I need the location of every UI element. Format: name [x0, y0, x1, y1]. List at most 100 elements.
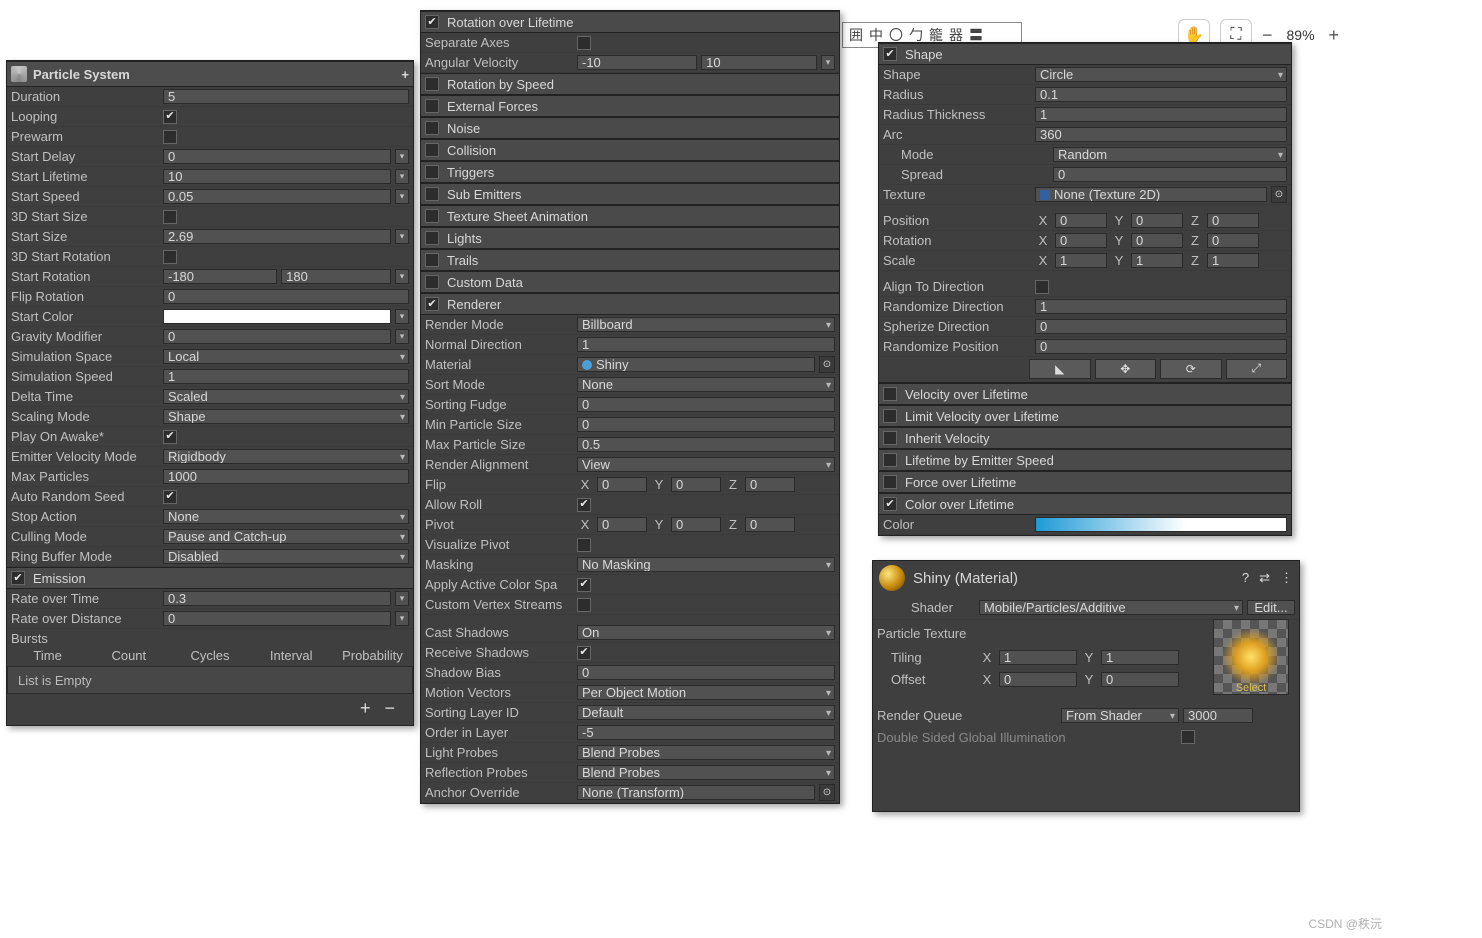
property-field[interactable]: 1 — [1035, 299, 1287, 314]
property-field[interactable]: -180 — [163, 269, 277, 284]
property-dropdown[interactable]: Rigidbody — [163, 449, 409, 464]
module-toggle[interactable] — [883, 453, 897, 467]
module-header[interactable]: Triggers — [421, 161, 839, 183]
rotation-over-lifetime-toggle[interactable]: ✔ — [425, 15, 439, 29]
property-field[interactable]: 1 — [163, 369, 409, 384]
object-field[interactable]: None (Transform) — [577, 785, 815, 800]
property-dropdown[interactable]: Scaled — [163, 389, 409, 404]
property-toggle[interactable] — [577, 538, 591, 552]
property-dropdown[interactable]: Random — [1053, 147, 1287, 162]
property-field[interactable]: 10 — [163, 169, 391, 184]
angular-velocity-min[interactable]: -10 — [577, 55, 697, 70]
property-mode-dropdown[interactable]: ▾ — [395, 169, 409, 184]
axis-field[interactable]: 0 — [1131, 213, 1183, 228]
property-toggle[interactable]: ✔ — [163, 490, 177, 504]
separate-axes-toggle[interactable] — [577, 36, 591, 50]
rate-over-time-mode[interactable]: ▾ — [395, 591, 409, 606]
module-toggle[interactable] — [425, 275, 439, 289]
axis-field[interactable]: 0 — [745, 517, 795, 532]
tiling-y-field[interactable]: 1 — [1101, 650, 1179, 665]
axis-field[interactable]: 0 — [745, 477, 795, 492]
module-toggle[interactable] — [425, 209, 439, 223]
property-mode-dropdown[interactable]: ▾ — [395, 309, 409, 324]
axis-field[interactable]: 0 — [1055, 233, 1107, 248]
property-field[interactable]: 1 — [577, 337, 835, 352]
shape-toggle[interactable]: ✔ — [883, 47, 897, 61]
property-field[interactable]: 0.05 — [163, 189, 391, 204]
module-toggle[interactable] — [425, 187, 439, 201]
module-header[interactable]: Inherit Velocity — [879, 427, 1291, 449]
property-mode-dropdown[interactable]: ▾ — [395, 149, 409, 164]
shader-dropdown[interactable]: Mobile/Particles/Additive — [979, 600, 1243, 615]
material-texture-swatch[interactable]: Select — [1213, 619, 1289, 695]
module-header[interactable]: Limit Velocity over Lifetime — [879, 405, 1291, 427]
property-field[interactable]: 0 — [577, 417, 835, 432]
shape-header[interactable]: ✔ Shape — [879, 43, 1291, 65]
bursts-add-button[interactable]: + — [360, 698, 371, 719]
property-dropdown[interactable]: Circle — [1035, 67, 1287, 82]
module-header[interactable]: Force over Lifetime — [879, 471, 1291, 493]
module-toggle[interactable] — [425, 165, 439, 179]
axis-field[interactable]: 0 — [1131, 233, 1183, 248]
property-field[interactable]: 1 — [1035, 107, 1287, 122]
property-mode-dropdown[interactable]: ▾ — [395, 229, 409, 244]
module-header[interactable]: Sub Emitters — [421, 183, 839, 205]
property-field[interactable]: 2.69 — [163, 229, 391, 244]
emission-module-header[interactable]: ✔ Emission — [7, 567, 413, 589]
property-field[interactable]: 5 — [163, 89, 409, 104]
property-field[interactable]: 0 — [163, 289, 409, 304]
module-toggle[interactable] — [425, 77, 439, 91]
property-toggle[interactable]: ✔ — [163, 430, 177, 444]
axis-field[interactable]: 0 — [671, 477, 721, 492]
property-mode-dropdown[interactable]: ▾ — [395, 269, 409, 284]
render-queue-value[interactable]: 3000 — [1183, 708, 1253, 723]
property-toggle[interactable] — [163, 210, 177, 224]
axis-field[interactable]: 0 — [1207, 233, 1259, 248]
property-field[interactable]: 0 — [1053, 167, 1287, 182]
axis-field[interactable]: 1 — [1131, 253, 1183, 268]
property-toggle[interactable] — [163, 250, 177, 264]
rotation-over-lifetime-header[interactable]: ✔ Rotation over Lifetime — [421, 11, 839, 33]
renderer-header[interactable]: ✔ Renderer — [421, 293, 839, 315]
property-dropdown[interactable]: Billboard — [577, 317, 835, 332]
property-field[interactable]: 0 — [1035, 319, 1287, 334]
property-field[interactable]: 0 — [577, 665, 835, 680]
select-texture-label[interactable]: Select — [1236, 682, 1267, 694]
property-dropdown[interactable]: Pause and Catch-up — [163, 529, 409, 544]
object-picker-button[interactable]: ⊙ — [819, 784, 835, 801]
renderer-toggle[interactable]: ✔ — [425, 297, 439, 311]
module-header[interactable]: Lights — [421, 227, 839, 249]
module-toggle[interactable] — [883, 409, 897, 423]
axis-field[interactable]: 0 — [1055, 213, 1107, 228]
module-toggle[interactable] — [883, 431, 897, 445]
property-toggle[interactable]: ✔ — [163, 110, 177, 124]
property-field[interactable]: 0 — [163, 149, 391, 164]
angular-velocity-mode[interactable]: ▾ — [821, 55, 835, 70]
object-field[interactable]: Shiny — [577, 357, 815, 372]
module-header[interactable]: Texture Sheet Animation — [421, 205, 839, 227]
gizmo-btn-1[interactable]: ✥ — [1095, 359, 1157, 379]
color-field[interactable] — [163, 309, 391, 324]
object-picker-button[interactable]: ⊙ — [1271, 186, 1287, 203]
property-field[interactable]: -5 — [577, 725, 835, 740]
property-dropdown[interactable]: No Masking — [577, 557, 835, 572]
property-dropdown[interactable]: Default — [577, 705, 835, 720]
angular-velocity-max[interactable]: 10 — [701, 55, 817, 70]
rate-over-time-field[interactable]: 0.3 — [163, 591, 391, 606]
property-field[interactable]: 360 — [1035, 127, 1287, 142]
module-toggle[interactable] — [425, 143, 439, 157]
module-header[interactable]: Custom Data — [421, 271, 839, 293]
property-field-2[interactable]: 180 — [281, 269, 391, 284]
module-toggle[interactable] — [883, 475, 897, 489]
property-dropdown[interactable]: On — [577, 625, 835, 640]
axis-field[interactable]: 0 — [671, 517, 721, 532]
ime-glyph[interactable]: 囲 — [849, 25, 863, 45]
property-toggle[interactable] — [1035, 280, 1049, 294]
module-toggle[interactable] — [425, 99, 439, 113]
dsgi-toggle[interactable] — [1181, 730, 1195, 744]
particle-system-header[interactable]: Particle System + — [7, 61, 413, 87]
module-toggle[interactable] — [425, 121, 439, 135]
edit-shader-button[interactable]: Edit... — [1247, 600, 1295, 615]
tiling-x-field[interactable]: 1 — [999, 650, 1077, 665]
axis-field[interactable]: 1 — [1207, 253, 1259, 268]
